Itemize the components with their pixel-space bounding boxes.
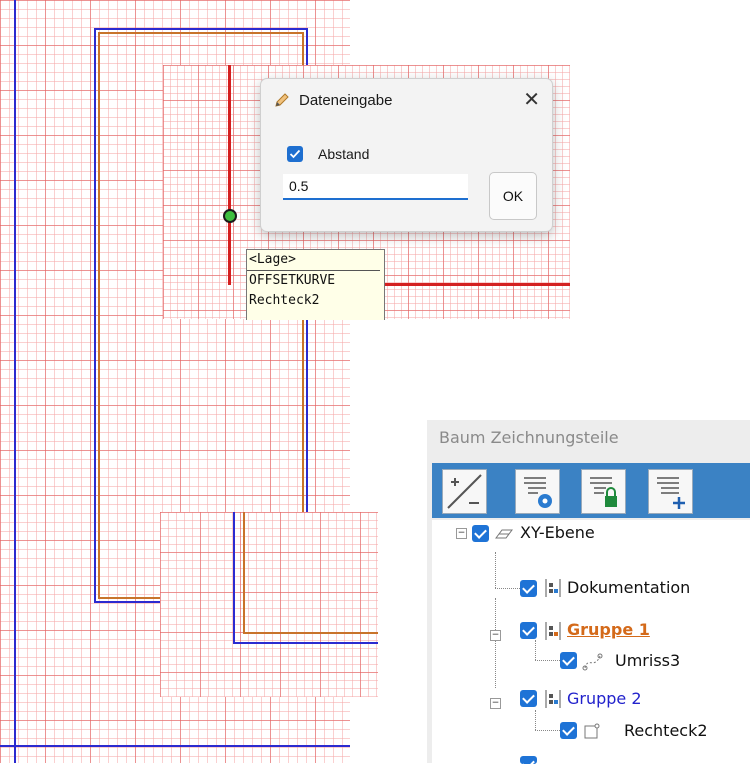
curve-icon: [582, 653, 603, 671]
visibility-icon[interactable]: [515, 469, 560, 514]
checkbox-icon[interactable]: [520, 580, 537, 597]
tree-node-label: Dokumentation: [567, 578, 691, 597]
tree-node-label: Rechteck2: [624, 721, 708, 740]
orange-corner-line: [243, 632, 378, 634]
tree-node-label: Gruppe 2: [567, 689, 642, 708]
tree-node-label: XY-Ebene: [520, 523, 595, 542]
group-icon: [545, 579, 561, 597]
distance-checkbox-label: Abstand: [318, 146, 370, 162]
y-axis-line: [14, 0, 16, 763]
pencil-icon: [275, 93, 289, 107]
collapse-icon[interactable]: −: [490, 630, 501, 641]
x-axis-line: [0, 745, 350, 747]
data-input-dialog: Dateneingabe ✕ Abstand OK: [260, 78, 553, 232]
collapse-icon[interactable]: −: [490, 698, 501, 709]
tree-body: − XY-Ebene Dokumentation − Gruppe 1 Umri…: [432, 520, 750, 764]
zoom-panel-bottom: [160, 512, 378, 697]
tree-node-label: Gruppe 1: [567, 620, 650, 639]
close-icon[interactable]: ✕: [523, 87, 540, 112]
blue-corner-line: [233, 642, 378, 644]
orange-corner-line: [243, 512, 245, 634]
tree-node-xy-ebene[interactable]: − XY-Ebene: [432, 520, 750, 544]
checkbox-icon[interactable]: [520, 690, 537, 707]
checkbox-icon[interactable]: [472, 525, 489, 542]
tree-node-gruppe-2[interactable]: − Gruppe 2: [432, 688, 750, 712]
tooltip-header: <Lage>: [247, 250, 380, 271]
checkbox-icon[interactable]: [560, 722, 577, 739]
tree-node-umriss3[interactable]: Umriss3: [432, 650, 750, 674]
tooltip: <Lage> OFFSETKURVE Rechteck2: [246, 249, 385, 320]
tree-node-rechteck2[interactable]: Rechteck2: [432, 720, 750, 744]
group-icon: [545, 690, 561, 708]
plane-icon: [495, 529, 513, 539]
red-horizontal-line: [383, 283, 570, 286]
tree-node-dokumentation[interactable]: Dokumentation: [432, 555, 750, 597]
tree-node-label: Umriss3: [615, 651, 681, 670]
rectangle-icon: [584, 723, 600, 739]
checkbox-icon[interactable]: [520, 622, 537, 639]
collapse-icon[interactable]: −: [456, 528, 467, 539]
tree-toolbar: [432, 463, 750, 518]
add-layer-icon[interactable]: [648, 469, 693, 514]
tree-node-gruppe-1[interactable]: − Gruppe 1: [432, 620, 750, 644]
ok-button[interactable]: OK: [489, 172, 537, 220]
distance-checkbox[interactable]: [287, 146, 303, 162]
group-icon: [545, 622, 561, 640]
tooltip-line: OFFSETKURVE: [249, 273, 336, 288]
blue-corner-line: [233, 512, 235, 644]
add-remove-icon[interactable]: [442, 469, 487, 514]
checkbox-icon[interactable]: [560, 652, 577, 669]
red-vertical-line: [228, 65, 231, 285]
snap-point[interactable]: [223, 209, 237, 223]
tooltip-line: Rechteck2: [249, 293, 320, 308]
lock-icon[interactable]: [581, 469, 626, 514]
distance-input[interactable]: [283, 174, 468, 200]
tree-title: Baum Zeichnungsteile: [439, 428, 619, 447]
dialog-title: Dateneingabe: [299, 92, 393, 109]
drawing-tree-panel: Baum Zeichnungsteile − XY-Ebene Dokument…: [427, 420, 750, 764]
